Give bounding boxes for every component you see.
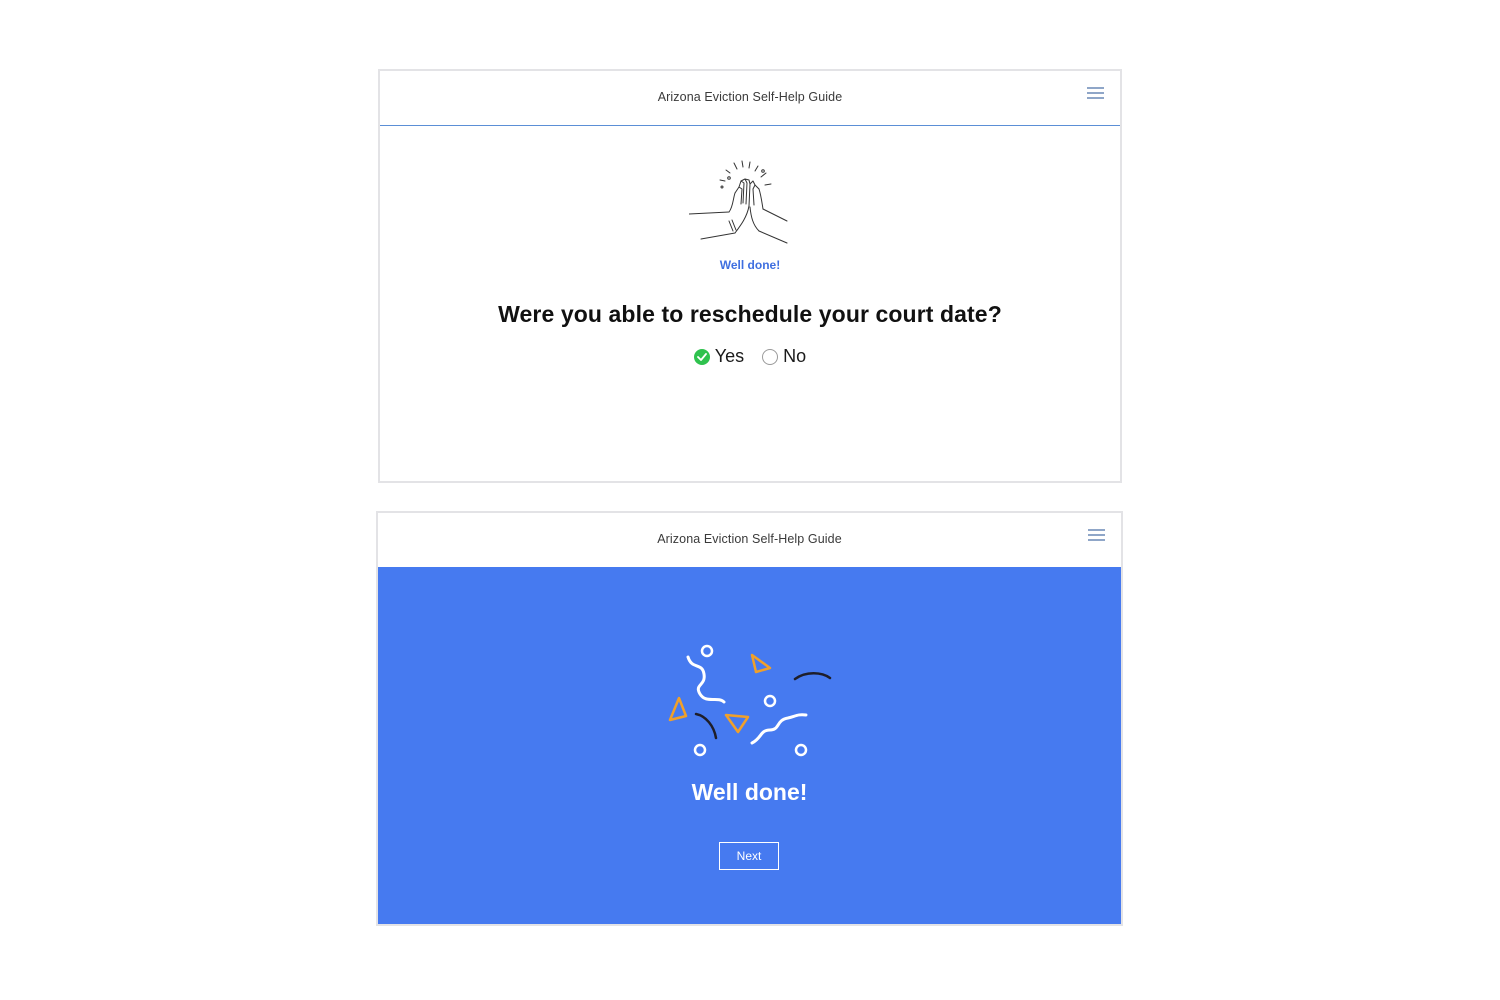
option-no-label: No <box>783 346 807 366</box>
success-heading: Well done! <box>691 779 808 805</box>
app-title: Arizona Eviction Self-Help Guide <box>657 90 843 104</box>
success-screen: Arizona Eviction Self-Help Guide Well do… <box>376 511 1123 926</box>
question-screen: Arizona Eviction Self-Help Guide Well do… <box>378 69 1122 483</box>
option-yes-label: Yes <box>714 346 745 366</box>
checked-radio-icon[interactable] <box>693 348 710 365</box>
question-heading: Were you able to reschedule your court d… <box>498 301 1002 327</box>
answer-radio-group: Yes No <box>380 346 1120 367</box>
hamburger-menu-icon[interactable] <box>1088 528 1105 542</box>
high-five-icon <box>689 160 788 244</box>
confetti-icon <box>668 644 832 757</box>
illustration-caption: Well done! <box>719 258 781 272</box>
success-panel: Well done! Next <box>378 567 1121 924</box>
app-title: Arizona Eviction Self-Help Guide <box>657 532 842 546</box>
next-button[interactable]: Next <box>719 842 779 870</box>
app-header: Arizona Eviction Self-Help Guide <box>378 513 1121 567</box>
unchecked-radio-icon[interactable] <box>762 348 779 365</box>
option-yes[interactable]: Yes <box>693 346 745 367</box>
option-no[interactable]: No <box>762 346 806 367</box>
hamburger-menu-icon[interactable] <box>1087 86 1104 100</box>
app-header: Arizona Eviction Self-Help Guide <box>380 71 1120 126</box>
